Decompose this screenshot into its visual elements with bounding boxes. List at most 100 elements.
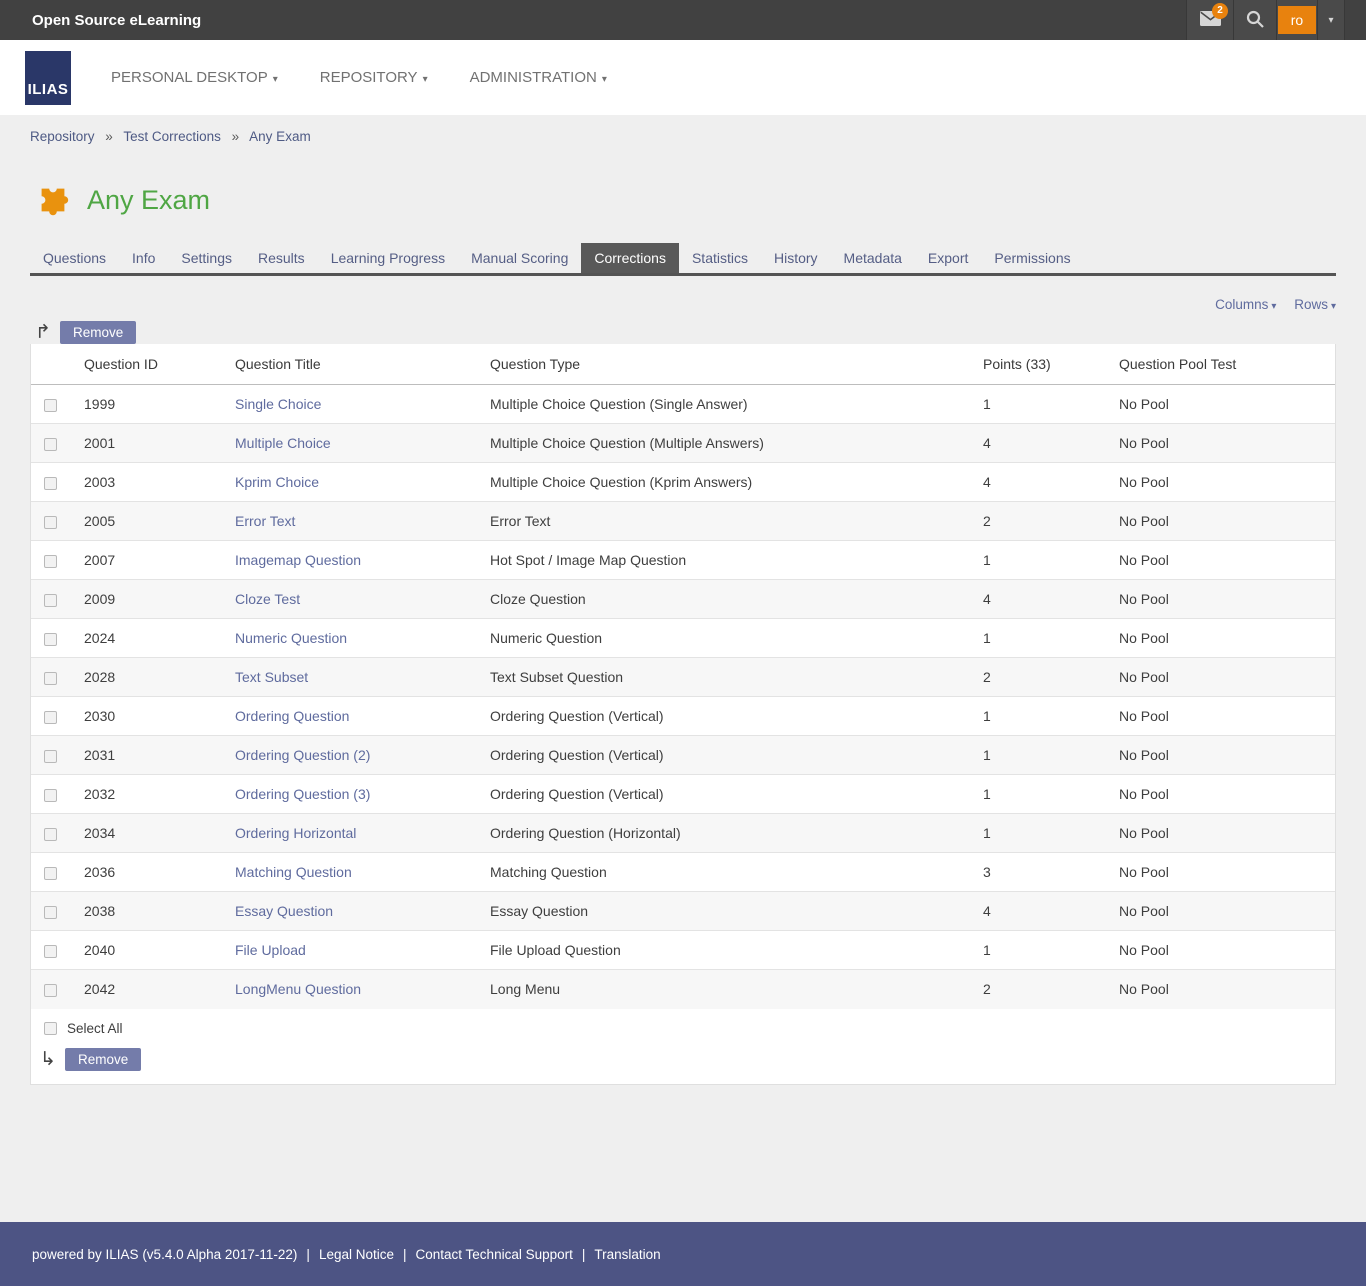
question-points: 1: [975, 931, 1111, 970]
breadcrumb-any-exam[interactable]: Any Exam: [249, 129, 311, 144]
powered-by-text: powered by ILIAS (v5.4.0 Alpha 2017-11-2…: [32, 1247, 297, 1262]
question-title-link[interactable]: Essay Question: [235, 903, 333, 919]
row-checkbox[interactable]: [44, 438, 57, 451]
question-title-link[interactable]: Ordering Question (2): [235, 747, 370, 763]
tab-permissions[interactable]: Permissions: [981, 243, 1083, 273]
nav-repository[interactable]: REPOSITORY▾: [320, 69, 428, 86]
footer-link-legal-notice[interactable]: Legal Notice: [319, 1247, 394, 1262]
question-title-link[interactable]: Numeric Question: [235, 630, 347, 646]
tab-bar: Questions Info Settings Results Learning…: [30, 243, 1336, 276]
tab-settings[interactable]: Settings: [168, 243, 245, 273]
mail-button[interactable]: 2: [1186, 0, 1233, 40]
tab-questions[interactable]: Questions: [30, 243, 119, 273]
tab-export[interactable]: Export: [915, 243, 981, 273]
row-checkbox[interactable]: [44, 906, 57, 919]
question-id: 2032: [76, 775, 227, 814]
rows-dropdown[interactable]: Rows▾: [1294, 297, 1336, 312]
chevron-down-icon: ▾: [273, 74, 278, 85]
question-points: 1: [975, 736, 1111, 775]
footer-separator: |: [403, 1247, 407, 1262]
col-question-type: Question Type: [482, 344, 975, 385]
footer-link-translation[interactable]: Translation: [594, 1247, 660, 1262]
tab-info[interactable]: Info: [119, 243, 168, 273]
row-checkbox[interactable]: [44, 633, 57, 646]
question-points: 2: [975, 658, 1111, 697]
tab-manual-scoring[interactable]: Manual Scoring: [458, 243, 581, 273]
tab-statistics[interactable]: Statistics: [679, 243, 761, 273]
remove-button-top[interactable]: Remove: [60, 321, 136, 344]
question-title-link[interactable]: Imagemap Question: [235, 552, 361, 568]
tab-history[interactable]: History: [761, 243, 831, 273]
question-type: Ordering Question (Horizontal): [482, 814, 975, 853]
user-menu-button[interactable]: ▾: [1317, 0, 1345, 40]
search-button[interactable]: [1233, 0, 1276, 40]
row-checkbox[interactable]: [44, 672, 57, 685]
row-checkbox[interactable]: [44, 516, 57, 529]
tab-learning-progress[interactable]: Learning Progress: [318, 243, 458, 273]
user-avatar-button[interactable]: ro: [1276, 0, 1317, 40]
question-pool: No Pool: [1111, 775, 1335, 814]
breadcrumb-repository[interactable]: Repository: [30, 129, 95, 144]
question-pool: No Pool: [1111, 619, 1335, 658]
questions-table: Question ID Question Title Question Type…: [31, 344, 1335, 1009]
question-pool: No Pool: [1111, 463, 1335, 502]
breadcrumb-test-corrections[interactable]: Test Corrections: [123, 129, 221, 144]
question-title-link[interactable]: File Upload: [235, 942, 306, 958]
question-title-link[interactable]: Ordering Horizontal: [235, 825, 356, 841]
question-id: 1999: [76, 385, 227, 424]
remove-button-bottom[interactable]: Remove: [65, 1048, 141, 1071]
nav-personal-desktop[interactable]: PERSONAL DESKTOP▾: [111, 69, 278, 86]
ilias-logo[interactable]: ILIAS: [25, 51, 71, 105]
question-id: 2028: [76, 658, 227, 697]
question-pool: No Pool: [1111, 502, 1335, 541]
question-type: Error Text: [482, 502, 975, 541]
question-points: 2: [975, 970, 1111, 1009]
question-title-link[interactable]: Error Text: [235, 513, 295, 529]
question-title-link[interactable]: Ordering Question (3): [235, 786, 370, 802]
row-checkbox[interactable]: [44, 477, 57, 490]
tab-corrections[interactable]: Corrections: [581, 243, 679, 273]
tab-results[interactable]: Results: [245, 243, 318, 273]
question-title-link[interactable]: Multiple Choice: [235, 435, 331, 451]
page-title-row: Any Exam: [30, 181, 1336, 219]
puzzle-icon: [34, 181, 72, 219]
table-row: 2007Imagemap QuestionHot Spot / Image Ma…: [31, 541, 1335, 580]
col-question-pool: Question Pool Test: [1111, 344, 1335, 385]
footer-link-contact-support[interactable]: Contact Technical Support: [416, 1247, 573, 1262]
question-title-link[interactable]: Single Choice: [235, 396, 321, 412]
row-checkbox[interactable]: [44, 945, 57, 958]
question-title-link[interactable]: Matching Question: [235, 864, 352, 880]
avatar: ro: [1278, 6, 1316, 34]
table-row: 2003Kprim ChoiceMultiple Choice Question…: [31, 463, 1335, 502]
row-checkbox[interactable]: [44, 711, 57, 724]
question-title-link[interactable]: LongMenu Question: [235, 981, 361, 997]
row-checkbox[interactable]: [44, 984, 57, 997]
row-checkbox[interactable]: [44, 594, 57, 607]
table-row: 2030Ordering QuestionOrdering Question (…: [31, 697, 1335, 736]
select-all-checkbox[interactable]: [44, 1022, 57, 1035]
row-checkbox[interactable]: [44, 399, 57, 412]
row-checkbox[interactable]: [44, 867, 57, 880]
row-checkbox[interactable]: [44, 828, 57, 841]
question-title-link[interactable]: Cloze Test: [235, 591, 300, 607]
table-row: 2032Ordering Question (3)Ordering Questi…: [31, 775, 1335, 814]
tab-metadata[interactable]: Metadata: [831, 243, 915, 273]
question-type: Matching Question: [482, 853, 975, 892]
page-title: Any Exam: [87, 185, 210, 216]
question-pool: No Pool: [1111, 580, 1335, 619]
row-checkbox[interactable]: [44, 555, 57, 568]
nav-administration[interactable]: ADMINISTRATION▾: [470, 69, 607, 86]
chevron-down-icon: ▾: [1271, 301, 1276, 312]
question-points: 1: [975, 814, 1111, 853]
question-title-link[interactable]: Ordering Question: [235, 708, 349, 724]
col-question-id: Question ID: [76, 344, 227, 385]
question-pool: No Pool: [1111, 970, 1335, 1009]
question-title-link[interactable]: Text Subset: [235, 669, 308, 685]
question-title-link[interactable]: Kprim Choice: [235, 474, 319, 490]
arrow-down-right-icon: ↳: [35, 1048, 61, 1070]
row-checkbox[interactable]: [44, 789, 57, 802]
columns-dropdown[interactable]: Columns▾: [1215, 297, 1276, 312]
question-type: Hot Spot / Image Map Question: [482, 541, 975, 580]
row-checkbox[interactable]: [44, 750, 57, 763]
question-type: Multiple Choice Question (Single Answer): [482, 385, 975, 424]
